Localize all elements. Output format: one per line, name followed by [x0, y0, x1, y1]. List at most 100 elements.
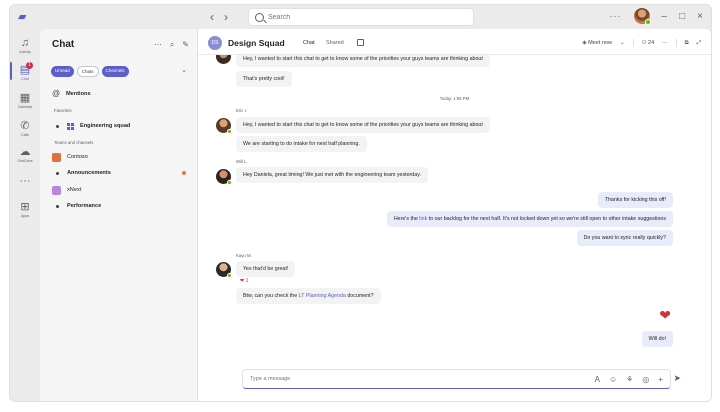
meet-now-button[interactable]: ◈ Meet now [582, 40, 612, 46]
attach-icon[interactable]: + [658, 375, 663, 384]
message-bubble: Hey, I wanted to start this chat to get … [236, 117, 490, 133]
divider [675, 39, 677, 47]
more-options-icon[interactable]: ⋯ [154, 40, 162, 50]
search-input[interactable] [268, 13, 458, 21]
my-message-bubble: Thanks for kicking this off! [597, 192, 673, 208]
avatar[interactable] [216, 169, 232, 185]
rail-activity-label: Activity [19, 50, 31, 54]
message-text: Here's the [393, 216, 420, 222]
rail-calendar[interactable]: ▦ Calendar [10, 92, 40, 109]
history-navigation: ‹ › [210, 10, 228, 24]
search-icon [255, 12, 264, 22]
presence-available-icon [227, 129, 232, 134]
chat-title[interactable]: Design Squad [228, 38, 285, 48]
channel-item-performance[interactable]: Performance [52, 200, 191, 212]
sender-name: Will L. [236, 159, 248, 164]
loop-icon[interactable]: ◎ [642, 375, 649, 384]
gif-icon[interactable]: ⚘ [626, 375, 633, 384]
my-message-bubble: Do you want to sync really quickly? [576, 230, 673, 246]
chat-list-pane: Chat ⋯ ⌕ ✎ Unread Chats Channels ⌄ Favor… [40, 29, 198, 401]
message-bubble: Hey, I wanted to start this chat to get … [236, 55, 490, 67]
message-bubble: Btw, can you check the LT Planning Agend… [236, 288, 381, 304]
add-tab-icon[interactable] [357, 39, 364, 46]
meet-now-label: Meet now [588, 40, 612, 46]
send-icon[interactable]: ➤ [673, 373, 681, 384]
heart-reaction[interactable]: ❤ 1 [240, 278, 248, 284]
expand-icon[interactable]: ⤢ [697, 40, 701, 47]
sender-name: Kayo M. [236, 253, 252, 258]
close-button[interactable]: × [697, 11, 703, 22]
participants-button[interactable]: ⚇ 24 [642, 40, 655, 46]
my-message-bubble: Will do! [641, 331, 673, 347]
channel-item-label: Performance [67, 203, 102, 209]
message-text: Btw, can you check the [243, 293, 299, 299]
presence-available-icon [644, 19, 651, 25]
maximize-button[interactable]: □ [679, 11, 685, 22]
team-item-xnext[interactable]: xNext [52, 184, 191, 196]
chat-item-engineering-squad[interactable]: Engineering squad [52, 120, 191, 132]
profile-avatar[interactable] [633, 8, 651, 25]
phone-icon: ✆ [20, 120, 30, 132]
bullet-icon [56, 124, 59, 128]
chevron-down-icon[interactable]: ⌄ [620, 40, 625, 46]
avatar[interactable] [216, 118, 232, 134]
tab-chat[interactable]: Chat [303, 40, 315, 46]
back-arrow-icon[interactable]: ‹ [210, 10, 214, 24]
presence-available-icon [227, 180, 232, 185]
avatar[interactable] [216, 262, 232, 278]
header-actions: ◈ Meet now ⌄ ⚇ 24 ⋯ ⧉ ⤢ [582, 39, 701, 47]
my-message-bubble: Here's the link to our backlog for the n… [386, 211, 673, 227]
window-controls: ··· – □ × [610, 8, 703, 25]
group-avatar[interactable]: DS [208, 36, 222, 50]
chevron-down-icon[interactable]: ⌄ [181, 66, 187, 74]
mentions-item[interactable]: @ Mentions [52, 88, 191, 100]
avatar[interactable] [216, 55, 231, 64]
emoji-icon[interactable]: ☺ [609, 375, 617, 384]
chat-item-label: Engineering squad [80, 123, 131, 129]
message-bubble: That's pretty cool! [236, 71, 292, 87]
rail-calls-label: Calls [21, 133, 29, 137]
contoso-team-icon [52, 152, 61, 162]
filter-chats[interactable]: Chats [76, 66, 99, 77]
compose-box[interactable]: A ☺ ⚘ ◎ + [242, 369, 671, 389]
rail-apps[interactable]: ⊞ Apps [10, 201, 40, 218]
rail-onedrive-label: OneDrive [17, 159, 33, 163]
participants-count: 24 [648, 40, 655, 46]
minimize-button[interactable]: – [662, 11, 668, 22]
search-icon[interactable]: ⌕ [170, 40, 174, 50]
bullet-icon [56, 204, 59, 208]
rail-chat[interactable]: ▤ 1 Chat [10, 62, 40, 81]
rail-activity[interactable]: ♫ Activity [10, 37, 40, 54]
unread-badge: 1 [26, 62, 33, 69]
rail-calls[interactable]: ✆ Calls [10, 120, 40, 137]
more-options-icon[interactable]: ··· [610, 11, 622, 21]
message-input[interactable] [250, 376, 595, 382]
heart-icon: ❤ [659, 307, 671, 323]
title-bar: ▰ ‹ › ··· – □ × [10, 5, 711, 29]
team-item-contoso[interactable]: Contoso [52, 151, 191, 163]
apps-icon: ⊞ [20, 201, 30, 213]
new-chat-icon[interactable]: ✎ [182, 40, 189, 50]
channel-item-announcements[interactable]: Announcements [52, 167, 191, 179]
format-icon[interactable]: A [595, 375, 600, 384]
tab-shared[interactable]: Shared [326, 40, 344, 46]
forward-arrow-icon[interactable]: › [224, 10, 228, 24]
more-icon: ··· [19, 175, 31, 187]
xnext-team-icon [52, 185, 61, 195]
message-link[interactable]: LT Planning Agenda [299, 293, 346, 299]
more-options-icon[interactable]: ⋯ [662, 40, 668, 46]
rail-onedrive[interactable]: ☁ OneDrive [10, 146, 40, 163]
filter-channels[interactable]: Channels [101, 66, 129, 77]
app-rail: ♫ Activity ▤ 1 Chat ▦ Calendar ✆ Calls ☁… [10, 29, 40, 401]
pop-out-icon[interactable]: ⧉ [685, 40, 689, 47]
group-chat-icon [67, 122, 74, 130]
chat-list-actions: ⋯ ⌕ ✎ [154, 40, 189, 50]
rail-more[interactable]: ··· [10, 175, 40, 187]
message-text: document? [345, 293, 374, 299]
filter-unread[interactable]: Unread [51, 66, 74, 77]
channel-item-label: Announcements [67, 170, 111, 176]
rail-calendar-label: Calendar [17, 105, 33, 109]
teams-section-label: Teams and channels [54, 140, 94, 145]
rail-apps-label: Apps [20, 214, 30, 218]
search-box[interactable] [248, 8, 474, 26]
